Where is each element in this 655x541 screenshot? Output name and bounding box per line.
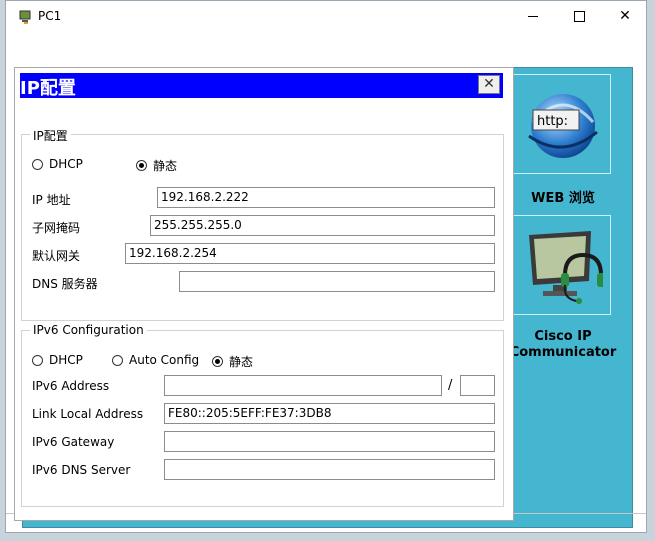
prefix-separator: /: [448, 378, 453, 393]
minimize-icon: [528, 16, 538, 17]
window-title: PC1: [38, 9, 62, 23]
dns-server-label: DNS 服务器: [32, 277, 98, 291]
ipv4-config-group: IP配置 DHCP 静态 IP 地址 192.168.2.222 子网掩码 25…: [21, 127, 504, 321]
radio-unselected-icon: [112, 354, 123, 366]
ipv6-address-label: IPv6 Address: [32, 379, 110, 393]
ip-config-dialog: IP配置 ✕ IP配置 DHCP 静态 IP 地址 192.168.2.222 …: [14, 67, 514, 521]
cisco-ip-communicator-app[interactable]: [511, 215, 611, 315]
ipv4-dhcp-radio[interactable]: DHCP: [32, 157, 83, 171]
ipv6-dhcp-radio[interactable]: DHCP: [32, 353, 83, 367]
ipv4-static-label: 静态: [153, 159, 178, 173]
maximize-icon: [573, 10, 585, 22]
window-close-button[interactable]: ✕: [602, 1, 648, 31]
title-bar[interactable]: PC1 ✕: [6, 1, 646, 31]
close-icon: ✕: [619, 8, 631, 24]
subnet-mask-input[interactable]: 255.255.255.0: [150, 215, 495, 236]
close-icon: ✕: [483, 76, 495, 92]
radio-unselected-icon: [32, 158, 43, 170]
subnet-mask-label: 子网掩码: [32, 221, 81, 235]
ipv6-dhcp-label: DHCP: [49, 353, 83, 367]
dialog-header: IP配置 ✕: [20, 73, 503, 99]
ipv6-dns-server-input[interactable]: [164, 459, 495, 480]
dialog-close-button[interactable]: ✕: [478, 75, 500, 94]
ipv4-static-radio[interactable]: 静态: [136, 157, 177, 174]
dns-server-input[interactable]: [179, 271, 495, 292]
web-browser-icon: http:: [528, 94, 598, 158]
ip-address-label: IP 地址: [32, 193, 71, 207]
http-icon-text: http:: [537, 114, 568, 129]
link-local-address-label: Link Local Address: [32, 407, 144, 421]
radio-unselected-icon: [32, 354, 43, 366]
pc-app-icon: [19, 10, 31, 24]
ipv4-group-legend: IP配置: [30, 127, 71, 144]
link-local-address-input[interactable]: FE80::205:5EFF:FE37:3DB8: [164, 403, 495, 424]
ipv6-address-input[interactable]: [164, 375, 442, 396]
web-browser-app[interactable]: http:: [511, 74, 611, 174]
ipv4-dhcp-label: DHCP: [49, 157, 83, 171]
pc1-window: PC1 ✕ http: WEB 浏览 Cisco IP Communicator…: [5, 0, 647, 533]
ipv6-dns-server-label: IPv6 DNS Server: [32, 463, 131, 477]
ipv6-gateway-label: IPv6 Gateway: [32, 435, 115, 449]
window-content: http: WEB 浏览 Cisco IP Communicator IP配置 …: [6, 31, 646, 532]
ip-communicator-icon: [529, 231, 603, 304]
minimize-button[interactable]: [510, 1, 556, 31]
maximize-button[interactable]: [556, 1, 602, 31]
ipv6-config-group: IPv6 Configuration DHCP Auto Config 静态 I…: [21, 323, 504, 507]
cisco-ip-communicator-label-line1[interactable]: Cisco IP: [493, 329, 633, 344]
ip-address-input[interactable]: 192.168.2.222: [157, 187, 495, 208]
ipv6-group-legend: IPv6 Configuration: [30, 323, 147, 337]
web-browser-label[interactable]: WEB 浏览: [493, 187, 633, 206]
ipv6-auto-config-label: Auto Config: [129, 353, 200, 367]
radio-selected-icon: [136, 160, 147, 171]
radio-selected-icon: [212, 356, 223, 367]
ipv6-static-label: 静态: [229, 355, 254, 369]
default-gateway-label: 默认网关: [32, 249, 81, 263]
ipv6-gateway-input[interactable]: [164, 431, 495, 452]
cisco-ip-communicator-label-line2[interactable]: Communicator: [493, 345, 633, 360]
ipv6-prefix-length-input[interactable]: [460, 375, 495, 396]
default-gateway-input[interactable]: 192.168.2.254: [125, 243, 495, 264]
ipv6-auto-config-radio[interactable]: Auto Config: [112, 353, 199, 367]
ipv6-static-radio[interactable]: 静态: [212, 353, 253, 370]
dialog-title: IP配置: [20, 78, 76, 99]
